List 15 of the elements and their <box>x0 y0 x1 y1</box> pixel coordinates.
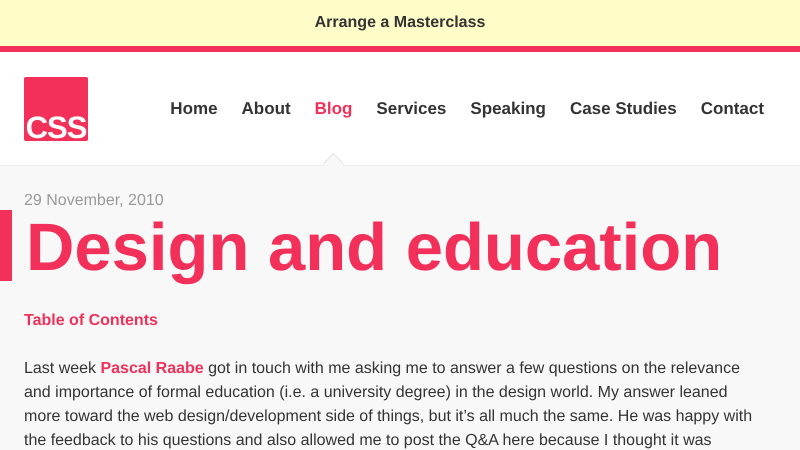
accent-bar <box>0 210 12 281</box>
nav-link[interactable]: Speaking <box>470 99 546 119</box>
author-link[interactable]: Pascal Raabe <box>100 360 204 377</box>
nav-link[interactable]: Contact <box>700 99 764 119</box>
nav-link[interactable]: Blog <box>314 99 352 119</box>
nav-link[interactable]: Case Studies <box>570 99 677 119</box>
nav-link[interactable]: Services <box>376 99 446 119</box>
nav-link[interactable]: Home <box>170 99 218 119</box>
site-logo[interactable]: CSS <box>24 76 88 140</box>
masterclass-link[interactable]: Arrange a Masterclass <box>314 14 486 32</box>
table-of-contents-link[interactable]: Table of Contents <box>24 312 158 330</box>
post-date: 29 November, 2010 <box>24 192 165 210</box>
nav-link[interactable]: About <box>242 99 291 119</box>
intro-paragraph: Last week Pascal Raabe got in touch with me asking me to answer a few questions on the relevance and importance of formal education (i.e. a university degree) in the design world. My answer leaned more toward the web design/development side of things, but it’s all much the same. He was happy with the feedback to his questions and also allowed me to post the Q&A here because I thought it was <box>24 359 754 450</box>
post-title: Design and education <box>26 209 724 287</box>
